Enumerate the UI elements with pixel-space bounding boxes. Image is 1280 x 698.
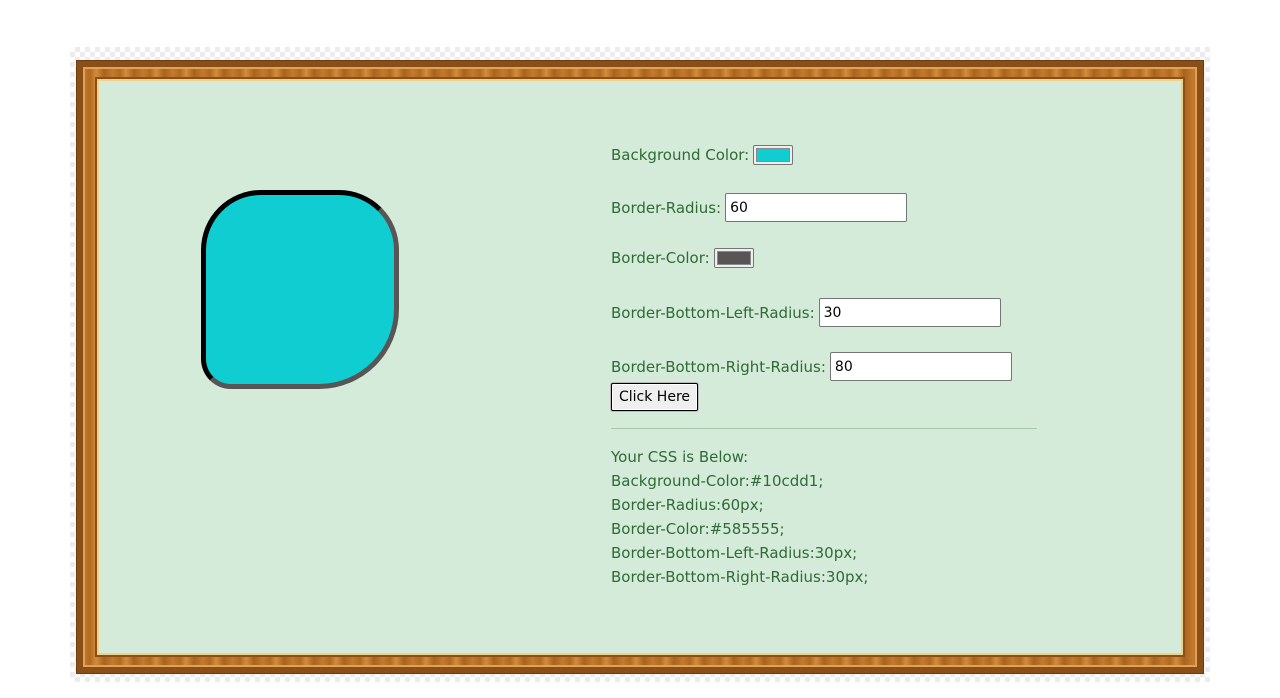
- border-bottom-right-radius-row: Border-Bottom-Right-Radius:: [611, 352, 1012, 381]
- border-color-row: Border-Color:: [611, 248, 754, 268]
- border-color-label: Border-Color:: [611, 249, 710, 267]
- css-output-line: Border-Radius:60px;: [611, 496, 764, 514]
- border-bottom-right-radius-label: Border-Bottom-Right-Radius:: [611, 357, 826, 376]
- border-color-picker[interactable]: [713, 248, 754, 268]
- css-output-line: Border-Bottom-Left-Radius:30px;: [611, 544, 858, 562]
- border-bottom-left-radius-input[interactable]: [818, 298, 1001, 327]
- background-color-label: Background Color:: [611, 146, 750, 164]
- border-radius-row: Border-Radius:: [611, 193, 908, 222]
- preview-shape: [201, 190, 399, 389]
- border-radius-label: Border-Radius:: [611, 198, 722, 217]
- border-bottom-left-radius-row: Border-Bottom-Left-Radius:: [611, 298, 1001, 327]
- divider: [611, 428, 1037, 429]
- css-output-heading: Your CSS is Below:: [611, 448, 749, 466]
- border-bottom-left-radius-label: Border-Bottom-Left-Radius:: [611, 303, 815, 322]
- background-color-swatch: [756, 148, 791, 162]
- border-color-swatch: [716, 251, 751, 265]
- border-radius-input[interactable]: [725, 193, 908, 222]
- css-output-line: Background-Color:#10cdd1;: [611, 472, 824, 490]
- border-bottom-right-radius-input[interactable]: [829, 352, 1012, 381]
- click-here-button[interactable]: Click Here: [611, 383, 699, 411]
- css-output-line: Border-Bottom-Right-Radius:30px;: [611, 568, 869, 586]
- css-output-line: Border-Color:#585555;: [611, 520, 785, 538]
- background-color-picker[interactable]: [753, 145, 794, 165]
- background-color-row: Background Color:: [611, 145, 794, 165]
